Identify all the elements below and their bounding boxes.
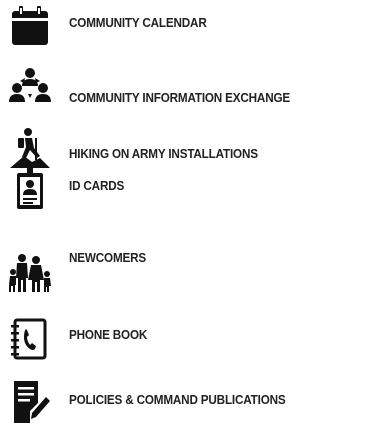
menu-item-label: HIKING ON ARMY INSTALLATIONS (69, 146, 258, 161)
menu-item-label: COMMUNITY CALENDAR (69, 15, 207, 30)
menu-item-phone-book[interactable]: PHONE BOOK (0, 313, 370, 363)
menu-item-label: PHONE BOOK (69, 327, 148, 342)
phone-book-icon (8, 317, 52, 361)
id-badge-icon (8, 168, 52, 212)
menu-item-label: COMMUNITY INFORMATION EXCHANGE (69, 90, 291, 105)
menu-item-policies-command-publications[interactable]: POLICIES & COMMAND PUBLICATIONS (0, 373, 370, 423)
menu-item-label: POLICIES & COMMAND PUBLICATIONS (69, 392, 286, 407)
people-exchange-icon (8, 64, 52, 108)
document-sign-icon (8, 379, 52, 423)
community-links-list: COMMUNITY CALENDAR COMMUNITY INFORMATION… (0, 0, 370, 423)
calendar-icon (8, 4, 52, 48)
menu-item-label: NEWCOMERS (69, 250, 147, 265)
menu-item-label: ID CARDS (69, 178, 125, 193)
menu-item-newcomers[interactable]: NEWCOMERS (0, 246, 370, 296)
menu-item-community-calendar[interactable]: COMMUNITY CALENDAR (0, 0, 370, 50)
menu-item-id-cards[interactable]: ID CARDS (0, 164, 370, 214)
family-icon (8, 250, 52, 294)
menu-item-community-information-exchange[interactable]: COMMUNITY INFORMATION EXCHANGE (0, 60, 370, 110)
